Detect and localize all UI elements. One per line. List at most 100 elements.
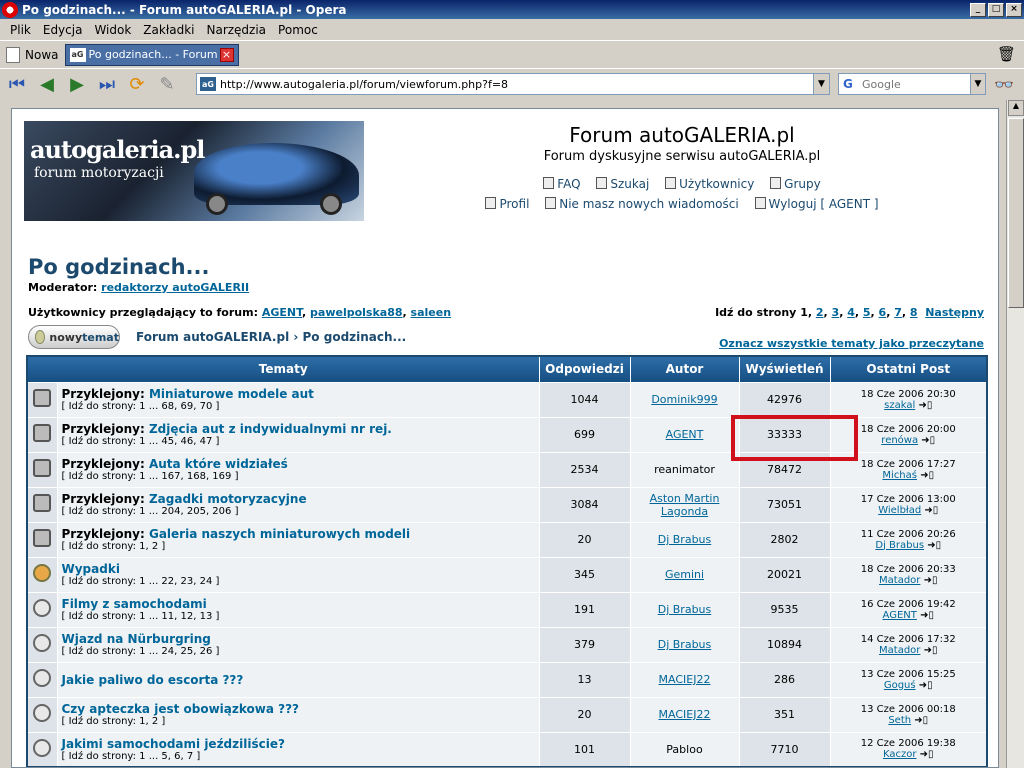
topic-pages[interactable]: [ Idź do strony: 1 ... 11, 12, 13 ]: [62, 611, 538, 622]
author-link[interactable]: MACIEJ22: [659, 708, 711, 721]
last-post-user[interactable]: Michaś: [882, 470, 917, 481]
vertical-scrollbar[interactable]: ▲: [1006, 100, 1024, 768]
goto-last-post-icon[interactable]: ➜▯: [920, 470, 934, 481]
menu-pomoc[interactable]: Pomoc: [272, 23, 324, 37]
page-link[interactable]: 8: [910, 306, 918, 319]
chevron-down-icon[interactable]: ▼: [813, 74, 829, 94]
page-link[interactable]: 7: [894, 306, 902, 319]
goto-last-post-icon[interactable]: ➜▯: [924, 575, 938, 586]
goto-last-post-icon[interactable]: ➜▯: [919, 680, 933, 691]
topic-title-link[interactable]: Miniaturowe modele aut: [149, 387, 314, 401]
breadcrumb-root[interactable]: Forum autoGALERIA.pl: [136, 330, 289, 344]
goto-last-post-icon[interactable]: ➜▯: [918, 400, 932, 411]
menu-plik[interactable]: Plik: [4, 23, 37, 37]
goto-last-post-icon[interactable]: ➜▯: [921, 435, 935, 446]
close-window-button[interactable]: ×: [1006, 2, 1022, 17]
trash-icon[interactable]: 🗑: [997, 45, 1016, 63]
topic-title-link[interactable]: Czy apteczka jest obowiązkowa ???: [62, 702, 300, 716]
topic-title-link[interactable]: Zdjęcia aut z indywidualnymi nr rej.: [149, 422, 392, 436]
new-topic-button[interactable]: nowy temat: [28, 325, 120, 349]
author-link[interactable]: AGENT: [666, 428, 704, 441]
last-post-user[interactable]: AGENT: [883, 610, 917, 621]
edit-icon[interactable]: ✎: [154, 73, 180, 97]
moderator-link[interactable]: redaktorzy autoGALERII: [101, 281, 249, 294]
viewer-link[interactable]: AGENT: [262, 306, 302, 319]
last-post-user[interactable]: Dj Brabus: [875, 540, 924, 551]
goto-last-post-icon[interactable]: ➜▯: [927, 540, 941, 551]
address-field[interactable]: aG http://www.autogaleria.pl/forum/viewf…: [196, 73, 830, 95]
last-post-user[interactable]: Seth: [888, 715, 911, 726]
topic-title-link[interactable]: Wypadki: [62, 562, 120, 576]
last-post-user[interactable]: Matador: [879, 575, 920, 586]
topic-pages[interactable]: [ Idź do strony: 1 ... 204, 205, 206 ]: [62, 506, 538, 517]
topic-pages[interactable]: [ Idź do strony: 1 ... 24, 25, 26 ]: [62, 646, 538, 657]
goto-last-post-icon[interactable]: ➜▯: [924, 645, 938, 656]
last-post-user[interactable]: Matador: [879, 645, 920, 656]
back-icon[interactable]: ◀: [34, 73, 60, 97]
rewind-icon[interactable]: ⏮: [4, 73, 30, 97]
search-input[interactable]: [860, 76, 971, 92]
page-link[interactable]: 6: [879, 306, 887, 319]
reload-icon[interactable]: ⟳: [124, 73, 150, 97]
search-field[interactable]: G ▼: [838, 73, 986, 95]
topic-pages[interactable]: [ Idź do strony: 1 ... 45, 46, 47 ]: [62, 436, 538, 447]
topic-pages[interactable]: [ Idź do strony: 1, 2 ]: [62, 716, 538, 727]
minimize-button[interactable]: _: [970, 2, 986, 17]
author-link[interactable]: Aston Martin Lagonda: [650, 492, 720, 518]
topic-pages[interactable]: [ Idź do strony: 1 ... 22, 23, 24 ]: [62, 576, 538, 587]
goto-last-post-icon[interactable]: ➜▯: [914, 715, 928, 726]
logout-link[interactable]: Wyloguj [ AGENT ]: [754, 197, 879, 211]
last-post-user[interactable]: renówa: [881, 435, 918, 446]
topic-pages[interactable]: [ Idź do strony: 1 ... 167, 168, 169 ]: [62, 471, 538, 482]
menu-edycja[interactable]: Edycja: [37, 23, 89, 37]
goto-last-post-icon[interactable]: ➜▯: [920, 610, 934, 621]
topic-title-link[interactable]: Jakie paliwo do escorta ???: [62, 673, 244, 687]
forward-icon[interactable]: ▶: [64, 73, 90, 97]
topic-pages[interactable]: [ Idź do strony: 1 ... 68, 69, 70 ]: [62, 401, 538, 412]
goto-last-post-icon[interactable]: ➜▯: [924, 505, 938, 516]
author-link[interactable]: Dj Brabus: [658, 638, 712, 651]
new-tab-button[interactable]: Nowa: [0, 46, 65, 63]
topic-pages[interactable]: [ Idź do strony: 1 ... 5, 6, 7 ]: [62, 751, 538, 762]
menu-widok[interactable]: Widok: [88, 23, 137, 37]
profile-link[interactable]: Profil: [485, 197, 529, 211]
author-link[interactable]: Dj Brabus: [658, 533, 712, 546]
tab-active[interactable]: aG Po godzinach... - Forum a... ×: [64, 43, 239, 66]
menu-zakladki[interactable]: Zakładki: [137, 23, 200, 37]
topic-title-link[interactable]: Filmy z samochodami: [62, 597, 207, 611]
close-tab-icon[interactable]: ×: [219, 47, 234, 62]
page-link[interactable]: 5: [863, 306, 871, 319]
page-link[interactable]: 2: [816, 306, 824, 319]
author-link[interactable]: Dj Brabus: [658, 603, 712, 616]
menu-narzedzia[interactable]: Narzędzia: [200, 23, 272, 37]
page-link[interactable]: 3: [832, 306, 840, 319]
search-dropdown-icon[interactable]: ▼: [970, 74, 985, 94]
author-link[interactable]: MACIEJ22: [659, 673, 711, 686]
site-logo[interactable]: autogaleria.pl forum motoryzacji: [24, 121, 364, 221]
goto-last-post-icon[interactable]: ➜▯: [920, 749, 934, 760]
maximize-button[interactable]: □: [988, 2, 1004, 17]
topic-title-link[interactable]: Auta które widziałeś: [149, 457, 288, 471]
last-post-user[interactable]: Wielbład: [878, 505, 921, 516]
groups-link[interactable]: Grupy: [770, 177, 821, 191]
scroll-up-icon[interactable]: ▲: [1008, 100, 1024, 116]
viewer-link[interactable]: saleen: [411, 306, 452, 319]
scroll-thumb[interactable]: [1008, 118, 1024, 308]
page-link[interactable]: 4: [847, 306, 855, 319]
viewer-link[interactable]: pawelpolska88: [310, 306, 403, 319]
last-post-user[interactable]: szakal: [884, 400, 915, 411]
fast-forward-icon[interactable]: ⏭: [94, 73, 120, 97]
next-page-link[interactable]: Następny: [925, 306, 984, 319]
url-text[interactable]: http://www.autogaleria.pl/forum/viewforu…: [220, 78, 813, 91]
breadcrumb-current[interactable]: Po godzinach...: [303, 330, 407, 344]
faq-link[interactable]: FAQ: [543, 177, 581, 191]
topic-title-link[interactable]: Jakimi samochodami jeździliście?: [62, 737, 285, 751]
author-link[interactable]: Gemini: [665, 568, 704, 581]
messages-link[interactable]: Nie masz nowych wiadomości: [545, 197, 739, 211]
topic-pages[interactable]: [ Idź do strony: 1, 2 ]: [62, 541, 538, 552]
last-post-user[interactable]: Goguś: [884, 680, 916, 691]
author-link[interactable]: Dominik999: [651, 393, 717, 406]
glasses-icon[interactable]: 👓: [994, 75, 1014, 94]
members-link[interactable]: Użytkownicy: [665, 177, 754, 191]
search-link[interactable]: Szukaj: [596, 177, 649, 191]
